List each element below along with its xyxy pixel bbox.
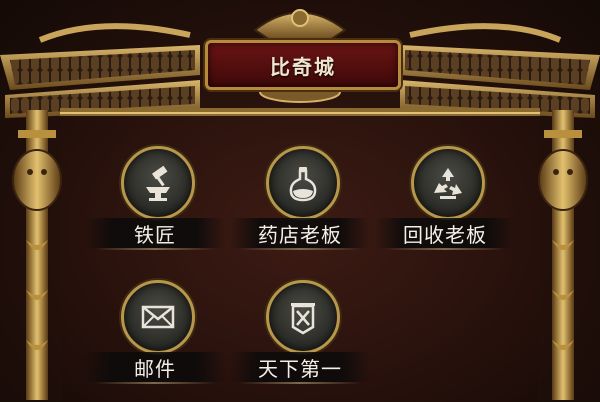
banner-crossed-swords-icon[interactable] [266, 280, 340, 354]
npc-pharmacist[interactable]: 药店老板 [230, 146, 370, 266]
label-underline [240, 382, 360, 384]
npc-label: 回收老板 [403, 222, 487, 247]
npc-blacksmith[interactable]: 铁匠 [85, 146, 225, 266]
npc-label-bar: 天下第一 [230, 352, 370, 382]
npc-label-bar: 药店老板 [230, 218, 370, 248]
npc-label-bar: 邮件 [85, 352, 225, 382]
npc-recycler[interactable]: 回收老板 [375, 146, 515, 266]
city-title-plaque: 比奇城 [205, 40, 401, 90]
npc-label-bar: 铁匠 [85, 218, 225, 248]
recycle-icon[interactable] [411, 146, 485, 220]
label-underline [95, 248, 215, 250]
label-underline [240, 248, 360, 250]
npc-mail[interactable]: 邮件 [85, 280, 225, 400]
right-golden-pillar [534, 110, 592, 400]
city-title: 比奇城 [270, 54, 336, 79]
label-underline [95, 382, 215, 384]
npc-label: 邮件 [134, 356, 176, 381]
npc-label: 天下第一 [258, 356, 342, 381]
npc-label-bar: 回收老板 [375, 218, 515, 248]
left-golden-pillar [8, 110, 66, 400]
npc-label: 药店老板 [258, 222, 342, 247]
anvil-hammer-icon[interactable] [121, 146, 195, 220]
npc-label: 铁匠 [134, 222, 176, 247]
label-underline [385, 248, 505, 250]
npc-tianxiadiyi[interactable]: 天下第一 [230, 280, 370, 400]
envelope-icon[interactable] [121, 280, 195, 354]
potion-flask-icon[interactable] [266, 146, 340, 220]
